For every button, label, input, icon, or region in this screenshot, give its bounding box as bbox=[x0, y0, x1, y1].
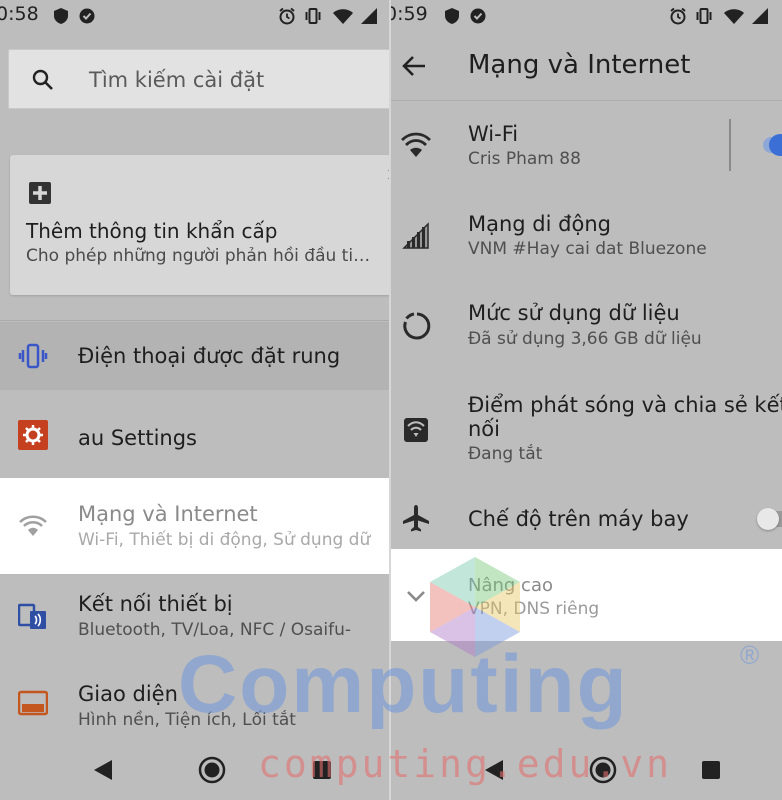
vibrate-status-icon bbox=[696, 8, 712, 24]
status-bar: 0:58 bbox=[0, 0, 389, 32]
settings-main-screen: 0:58 Tìm kiếm cài đặt ✕ Thêm thông tin k… bbox=[0, 0, 389, 800]
cell-signal-icon bbox=[402, 222, 429, 249]
network-item-subtitle: VNM #Hay cai dat Bluezone bbox=[468, 239, 707, 259]
network-item-airplane[interactable]: Chế độ trên máy bay bbox=[391, 483, 782, 549]
devices-icon bbox=[18, 603, 46, 629]
settings-item-title: au Settings bbox=[78, 426, 197, 450]
toggle-thumb bbox=[757, 508, 779, 530]
settings-item-subtitle: Hình nền, Tiện ích, Lối tắt bbox=[78, 710, 296, 730]
divider bbox=[0, 320, 389, 321]
wifi-icon bbox=[401, 132, 431, 157]
back-arrow-icon[interactable] bbox=[401, 54, 427, 78]
home-nav-icon[interactable] bbox=[589, 756, 617, 784]
emergency-info-card[interactable]: ✕ Thêm thông tin khẩn cấp Cho phép những… bbox=[10, 155, 389, 295]
shield-icon bbox=[445, 8, 459, 24]
vibrate-status-icon bbox=[305, 8, 321, 24]
network-item-title: Điểm phát sóng và chia sẻ kết bbox=[468, 393, 782, 417]
card-title: Thêm thông tin khẩn cấp bbox=[26, 219, 278, 243]
recents-nav-icon[interactable] bbox=[701, 760, 721, 780]
data-usage-icon bbox=[403, 312, 431, 340]
network-item-title: Mức sử dụng dữ liệu bbox=[468, 301, 680, 325]
network-item-title: Chế độ trên máy bay bbox=[468, 507, 689, 531]
back-nav-icon[interactable] bbox=[92, 758, 114, 782]
status-time: 0:59 bbox=[391, 3, 428, 25]
search-icon bbox=[32, 69, 53, 90]
network-item-title-line2: nối bbox=[468, 417, 500, 441]
medical-plus-icon bbox=[29, 182, 51, 204]
app-bar: Mạng và Internet bbox=[391, 32, 782, 101]
gear-icon bbox=[18, 420, 48, 450]
wifi-toggle[interactable] bbox=[763, 134, 782, 156]
toggle-thumb bbox=[769, 134, 782, 156]
navigation-bar bbox=[391, 740, 782, 800]
vibrate-icon bbox=[18, 343, 48, 369]
network-item-hotspot[interactable]: Điểm phát sóng và chia sẻ kết nối Đang t… bbox=[391, 371, 782, 483]
data-saver-icon bbox=[470, 8, 486, 24]
network-item-mobile[interactable]: Mạng di động VNM #Hay cai dat Bluezone bbox=[391, 189, 782, 279]
network-item-title: Wi-Fi bbox=[468, 122, 519, 146]
settings-item-title: Kết nối thiết bị bbox=[78, 592, 233, 616]
wifi-icon bbox=[19, 515, 47, 536]
shield-icon bbox=[54, 8, 68, 24]
navigation-bar bbox=[0, 740, 389, 800]
search-placeholder: Tìm kiếm cài đặt bbox=[89, 68, 265, 92]
wifi-status-icon bbox=[724, 9, 744, 24]
chevron-down-icon bbox=[407, 591, 425, 602]
card-subtitle: Cho phép những người phản hồi đầu ti… bbox=[26, 246, 371, 266]
back-nav-icon[interactable] bbox=[483, 758, 505, 782]
settings-item-subtitle: Bluetooth, TV/Loa, NFC / Osaifu- bbox=[78, 620, 352, 640]
settings-item-subtitle: Wi-Fi, Thiết bị di động, Sử dụng dữ bbox=[78, 530, 371, 550]
settings-item-display[interactable]: Giao diện Hình nền, Tiện ích, Lối tắt bbox=[0, 664, 389, 740]
page-title: Mạng và Internet bbox=[468, 50, 691, 80]
signal-status-icon bbox=[361, 8, 377, 24]
data-saver-icon bbox=[79, 8, 95, 24]
signal-status-icon bbox=[752, 8, 768, 24]
settings-item-au-settings[interactable]: au Settings bbox=[0, 392, 389, 478]
status-time: 0:58 bbox=[0, 3, 39, 25]
alarm-icon bbox=[670, 7, 686, 25]
network-item-title: Mạng di động bbox=[468, 212, 611, 236]
network-item-advanced[interactable]: Nâng cao VPN, DNS riêng bbox=[391, 549, 782, 641]
wifi-status-icon bbox=[333, 9, 353, 24]
settings-item-title: Mạng và Internet bbox=[78, 502, 258, 526]
hotspot-icon bbox=[404, 418, 428, 442]
settings-item-connected-devices[interactable]: Kết nối thiết bị Bluetooth, TV/Loa, NFC … bbox=[0, 574, 389, 664]
alarm-icon bbox=[279, 7, 295, 25]
network-item-subtitle: Cris Pham 88 bbox=[468, 149, 581, 169]
settings-item-vibrate[interactable]: Điện thoại được đặt rung bbox=[0, 322, 389, 390]
toggle-separator bbox=[729, 119, 731, 171]
airplane-toggle[interactable] bbox=[757, 508, 782, 530]
airplane-icon bbox=[403, 505, 429, 532]
network-item-wifi[interactable]: Wi-Fi Cris Pham 88 bbox=[391, 101, 782, 189]
home-nav-icon[interactable] bbox=[198, 756, 226, 784]
status-bar: 0:59 bbox=[391, 0, 782, 32]
search-bar[interactable]: Tìm kiếm cài đặt bbox=[8, 49, 389, 109]
settings-item-title: Điện thoại được đặt rung bbox=[78, 344, 341, 368]
network-item-subtitle: VPN, DNS riêng bbox=[468, 599, 600, 619]
network-item-subtitle: Đã sử dụng 3,66 GB dữ liệu bbox=[468, 329, 702, 349]
recents-nav-icon[interactable] bbox=[312, 760, 332, 780]
network-item-subtitle: Đang tắt bbox=[468, 444, 543, 464]
settings-item-network[interactable]: Mạng và Internet Wi-Fi, Thiết bị di động… bbox=[0, 478, 389, 574]
network-item-data-usage[interactable]: Mức sử dụng dữ liệu Đã sử dụng 3,66 GB d… bbox=[391, 279, 782, 371]
network-item-title: Nâng cao bbox=[468, 575, 553, 596]
wallpaper-icon bbox=[18, 690, 48, 716]
network-internet-screen: 0:59 Mạng và Internet Wi-Fi Cris Pham 88… bbox=[391, 0, 782, 800]
settings-item-title: Giao diện bbox=[78, 682, 178, 706]
